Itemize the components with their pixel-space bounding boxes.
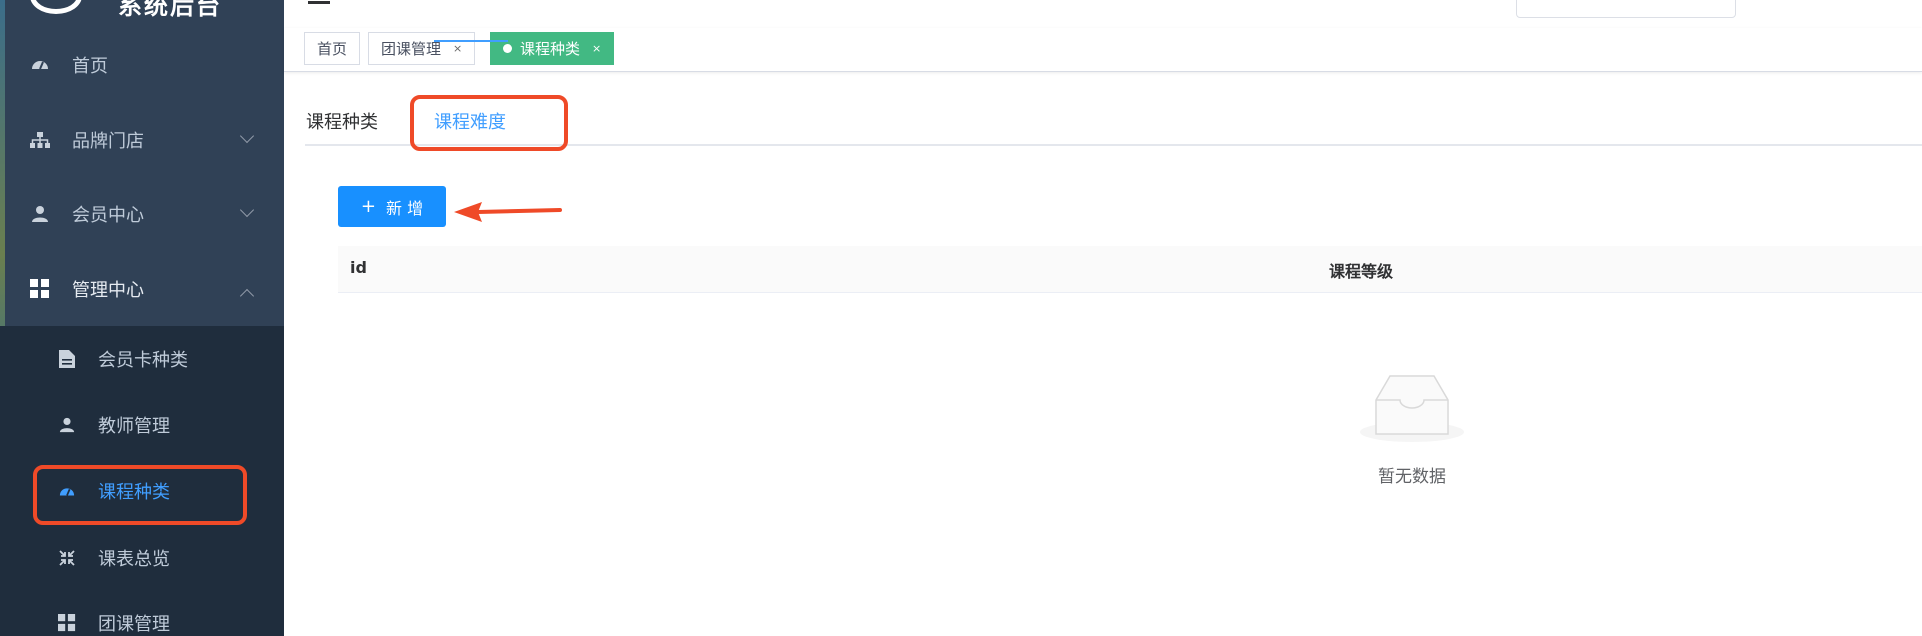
hamburger-icon[interactable] xyxy=(308,0,330,4)
sidebar-item-home[interactable]: 首页 xyxy=(0,28,284,102)
plus-icon: + xyxy=(360,196,376,217)
sidebar-item-label: 管理中心 xyxy=(72,280,144,301)
dashboard-icon xyxy=(30,55,50,75)
shrink-icon xyxy=(57,548,77,568)
submenu-item-label: 课表总览 xyxy=(98,549,170,570)
submenu-item-teacher-management[interactable]: 教师管理 xyxy=(0,392,284,458)
sitemap-icon xyxy=(30,130,50,150)
sidebar-item-label: 会员中心 xyxy=(72,205,144,226)
submenu-item-label: 会员卡种类 xyxy=(98,350,188,371)
tab-course-types[interactable]: 课程种类 xyxy=(306,108,378,134)
column-header-id: id xyxy=(350,258,367,277)
empty-state-text: 暂无数据 xyxy=(1378,467,1446,487)
sidebar-item-member-center[interactable]: 会员中心 xyxy=(0,177,284,251)
sidebar-item-label: 品牌门店 xyxy=(72,131,144,152)
submenu-item-membership-card-types[interactable]: 会员卡种类 xyxy=(0,326,284,392)
chevron-down-icon xyxy=(239,128,255,144)
close-icon[interactable]: × xyxy=(453,42,462,55)
grid-icon xyxy=(30,279,50,299)
submenu-item-group-class-management[interactable]: 团课管理 xyxy=(0,590,284,636)
chevron-down-icon xyxy=(239,202,255,218)
empty-box-icon xyxy=(1360,375,1464,442)
document-icon xyxy=(57,349,77,369)
annotation-arrow-icon xyxy=(454,202,562,222)
table-header: id 课程等级 xyxy=(338,246,1922,293)
tag-label: 首页 xyxy=(317,40,348,58)
logo-icon xyxy=(30,0,82,14)
column-header-course-level: 课程等级 xyxy=(1329,262,1394,281)
submenu-item-label: 教师管理 xyxy=(98,416,170,437)
tag-course-types[interactable]: 课程种类 × xyxy=(490,32,615,65)
tag-home[interactable]: 首页 xyxy=(304,32,361,65)
highlight-box-sidebar xyxy=(33,465,247,525)
user-icon xyxy=(57,415,77,435)
sidebar-item-label: 首页 xyxy=(72,56,108,77)
sidebar-item-brand-stores[interactable]: 品牌门店 xyxy=(0,103,284,177)
app-root: 系统后台 首页 品牌门店 会员中心 管理中心 会员卡种类 教师管理 课程种类 课… xyxy=(0,0,1922,636)
submenu-item-timetable-overview[interactable]: 课表总览 xyxy=(0,525,284,591)
sidebar-item-management-center[interactable]: 管理中心 xyxy=(0,252,284,326)
highlight-box-tab xyxy=(410,95,568,151)
add-button[interactable]: + 新 增 xyxy=(338,186,446,227)
add-button-label: 新 增 xyxy=(386,198,424,218)
tags-view: 首页 团课管理 × 课程种类 × xyxy=(284,28,1922,72)
top-navbar xyxy=(284,0,1922,28)
logo-text: 系统后台 xyxy=(118,0,222,20)
tag-label: 课程种类 xyxy=(520,40,581,58)
submenu-item-label: 团课管理 xyxy=(98,614,170,635)
active-dot-icon xyxy=(503,44,512,53)
chevron-up-icon xyxy=(239,288,255,304)
tag-label: 团课管理 xyxy=(381,40,442,58)
grid-icon xyxy=(57,613,77,633)
close-icon[interactable]: × xyxy=(592,42,601,55)
tag-group-class-management[interactable]: 团课管理 × xyxy=(368,32,476,65)
sidebar: 系统后台 首页 品牌门店 会员中心 管理中心 会员卡种类 教师管理 课程种类 课… xyxy=(0,0,284,636)
header-search-input[interactable] xyxy=(1516,0,1736,18)
user-icon xyxy=(30,204,50,224)
active-tab-indicator xyxy=(434,40,508,42)
